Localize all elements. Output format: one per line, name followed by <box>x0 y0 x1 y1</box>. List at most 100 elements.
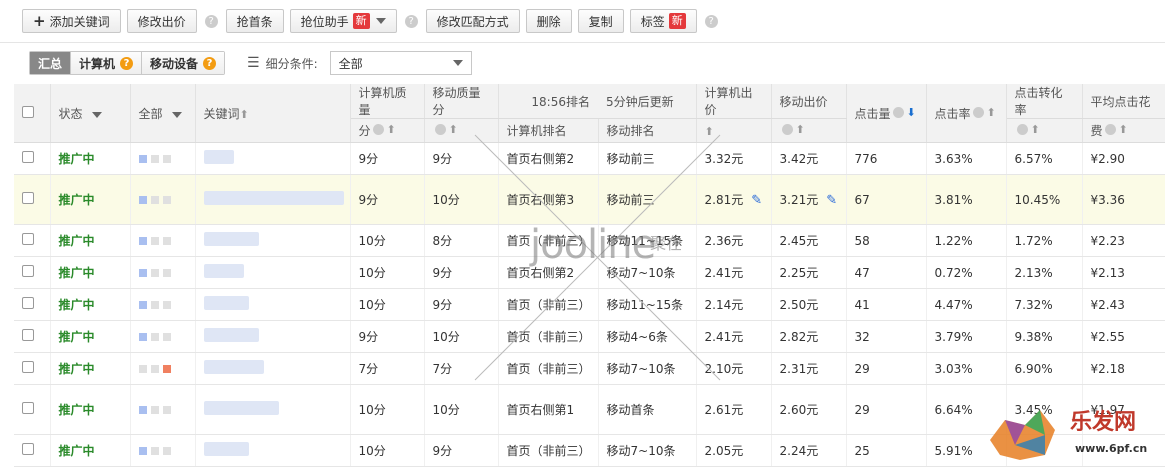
indicator-cell <box>130 288 196 321</box>
edit-icon[interactable]: ✎ <box>826 193 837 208</box>
ctr-header[interactable]: 点击率 ⬆ <box>926 84 1007 143</box>
pc-bid-value[interactable]: 2.61元 <box>705 403 744 417</box>
select-all-checkbox[interactable] <box>22 105 34 118</box>
cvr-header-2[interactable]: ⬆ <box>1006 118 1083 143</box>
mobile-bid-value[interactable]: 2.50元 <box>780 298 819 312</box>
row-select-cell <box>14 224 51 257</box>
chevron-down-icon[interactable] <box>172 111 183 118</box>
help-icon[interactable] <box>781 124 793 135</box>
all-header[interactable]: 全部 <box>130 84 196 143</box>
help-icon[interactable] <box>434 124 446 135</box>
pc-quality-header-2[interactable]: 分 ⬆ <box>350 118 425 143</box>
position-assistant-button[interactable]: 抢位助手新 <box>289 9 397 33</box>
clicks-header[interactable]: 点击量 ⬇ <box>846 84 927 143</box>
help-icon[interactable] <box>892 106 904 118</box>
help-icon[interactable]: ? <box>404 14 418 28</box>
sort-icon[interactable]: ⬆ <box>796 123 805 136</box>
indicator-square <box>162 446 171 455</box>
grab-first-button[interactable]: 抢首条 <box>225 9 284 33</box>
row-checkbox[interactable] <box>22 297 34 309</box>
mobile-bid-header-2[interactable]: ⬆ <box>771 118 847 143</box>
mobile-bid-value[interactable]: 2.82元 <box>780 330 819 344</box>
indicator-square <box>138 154 147 163</box>
chevron-down-icon <box>375 18 386 24</box>
edit-icon[interactable]: ✎ <box>751 193 762 208</box>
tab-mobile[interactable]: 移动设备? <box>142 52 225 74</box>
keyword-cell <box>195 224 351 257</box>
row-checkbox[interactable] <box>22 402 34 414</box>
modify-bid-button[interactable]: 修改出价 <box>126 9 197 33</box>
sort-icon[interactable]: ⬆ <box>987 106 996 119</box>
keyword-blurred[interactable] <box>203 442 249 456</box>
help-icon[interactable] <box>1104 124 1116 135</box>
pc-quality-cell: 9分 <box>350 320 425 353</box>
row-checkbox[interactable] <box>22 443 34 455</box>
row-checkbox[interactable] <box>22 329 34 341</box>
sort-desc-icon[interactable]: ⬇ <box>907 106 916 119</box>
help-icon[interactable]: ? <box>204 14 218 28</box>
row-checkbox[interactable] <box>22 192 34 204</box>
keyword-blurred[interactable] <box>203 150 234 164</box>
row-select-cell <box>14 384 51 435</box>
cvr-header[interactable]: 点击转化率 <box>1006 84 1083 119</box>
avg-cpc-header[interactable]: 平均点击花 <box>1082 84 1165 119</box>
device-tabs: 汇总 计算机? 移动设备? <box>29 51 226 75</box>
pc-bid-value[interactable]: 2.05元 <box>705 444 744 458</box>
indicator-square <box>162 405 171 414</box>
pc-quality-cell: 9分 <box>350 174 425 225</box>
status-header[interactable]: 状态 <box>50 84 131 143</box>
help-icon[interactable] <box>1016 124 1028 135</box>
status-cell: 推广中 <box>50 320 131 353</box>
keyword-blurred[interactable] <box>203 296 249 310</box>
keyword-blurred[interactable] <box>203 232 259 246</box>
row-checkbox[interactable] <box>22 361 34 373</box>
row-checkbox[interactable] <box>22 151 34 163</box>
row-checkbox[interactable] <box>22 265 34 277</box>
help-icon[interactable] <box>972 106 984 118</box>
help-icon[interactable]: ? <box>120 56 134 70</box>
tab-computer[interactable]: 计算机? <box>71 52 143 74</box>
keyword-blurred[interactable] <box>203 264 244 278</box>
mobile-bid-value[interactable]: 2.45元 <box>780 234 819 248</box>
sort-icon[interactable]: ⬆ <box>1031 123 1040 136</box>
chevron-down-icon[interactable] <box>92 111 103 118</box>
pc-bid-cell: 2.61元 <box>696 384 772 435</box>
condition-select[interactable]: 全部 <box>329 51 472 75</box>
mobile-bid-value[interactable]: 2.60元 <box>780 403 819 417</box>
help-icon[interactable]: ? <box>704 14 718 28</box>
mobile-bid-header[interactable]: 移动出价 <box>771 84 847 119</box>
sort-icon[interactable]: ⬆ <box>240 108 249 121</box>
mobile-bid-value[interactable]: 3.42元 <box>780 152 819 166</box>
avg-cpc-header-2[interactable]: 费 ⬆ <box>1082 118 1165 143</box>
sort-icon[interactable]: ⬆ <box>449 123 458 136</box>
keyword-blurred[interactable] <box>203 191 344 205</box>
add-keyword-button[interactable]: + 添加关键词 <box>22 9 121 33</box>
pc-quality-header[interactable]: 计算机质量 <box>350 84 425 119</box>
indicator-square <box>162 268 171 277</box>
delete-button[interactable]: 删除 <box>525 9 572 33</box>
tag-button[interactable]: 标签新 <box>629 9 697 33</box>
mobile-bid-value[interactable]: 2.31元 <box>780 362 819 376</box>
cvr-cell: 10.45% <box>1006 174 1083 225</box>
row-checkbox[interactable] <box>22 233 34 245</box>
keyword-cell <box>195 256 351 289</box>
copy-button[interactable]: 复制 <box>577 9 624 33</box>
row-select-cell <box>14 288 51 321</box>
sort-icon[interactable]: ⬆ <box>387 123 396 136</box>
keyword-blurred[interactable] <box>203 401 279 415</box>
tab-summary[interactable]: 汇总 <box>30 52 72 74</box>
mobile-bid-value[interactable]: 2.24元 <box>780 444 819 458</box>
help-icon[interactable] <box>372 124 384 135</box>
mobile-bid-value[interactable]: 3.21元 <box>780 193 819 207</box>
help-icon[interactable]: ? <box>203 56 217 70</box>
keyword-header[interactable]: 关键词⬆ <box>195 84 351 143</box>
pc-bid-header[interactable]: 计算机出价 <box>696 84 772 119</box>
keyword-blurred[interactable] <box>203 328 259 342</box>
keyword-blurred[interactable] <box>203 360 264 374</box>
sort-icon[interactable]: ⬆ <box>1119 123 1128 136</box>
modify-match-button[interactable]: 修改匹配方式 <box>425 9 520 33</box>
mobile-quality-header[interactable]: 移动质量分 <box>424 84 499 119</box>
ctr-cell: 0.72% <box>926 256 1007 289</box>
mobile-bid-value[interactable]: 2.25元 <box>780 266 819 280</box>
keyword-cell <box>195 434 351 467</box>
